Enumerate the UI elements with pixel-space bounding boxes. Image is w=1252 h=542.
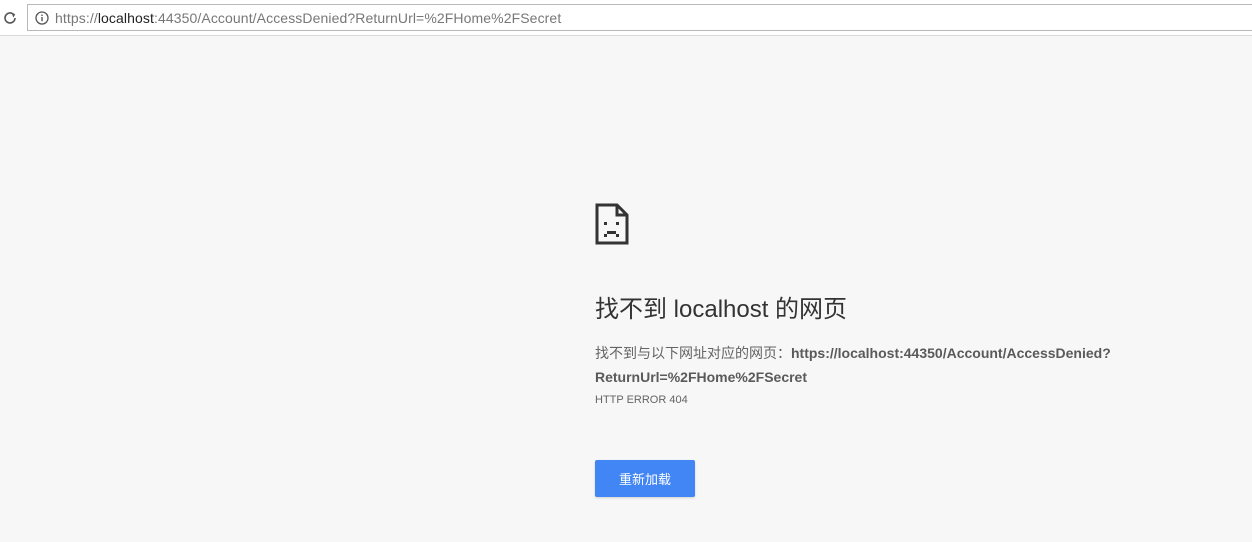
url-scheme: https:// (55, 9, 98, 26)
page-title: 找不到 localhost 的网页 (595, 296, 848, 323)
url-host: localhost (97, 9, 154, 26)
reload-button[interactable]: 重新加载 (595, 460, 695, 497)
url-path: :44350/Account/AccessDenied?ReturnUrl=%2… (153, 9, 562, 26)
url-text[interactable]: https://localhost:44350/Account/AccessDe… (55, 10, 561, 26)
error-description: 找不到与以下网址对应的网页：https://localhost:44350/Ac… (595, 341, 1155, 389)
info-icon[interactable] (35, 10, 49, 25)
sad-page-icon (595, 203, 629, 245)
error-code: HTTP ERROR 404 (595, 394, 688, 406)
browser-toolbar: https://localhost:44350/Account/AccessDe… (0, 0, 1252, 36)
description-prefix: 找不到与以下网址对应的网页： (595, 345, 791, 361)
error-content: 找不到 localhost 的网页 找不到与以下网址对应的网页：https://… (595, 203, 1215, 406)
address-bar[interactable]: https://localhost:44350/Account/AccessDe… (27, 4, 1252, 31)
reload-icon[interactable] (0, 6, 20, 30)
